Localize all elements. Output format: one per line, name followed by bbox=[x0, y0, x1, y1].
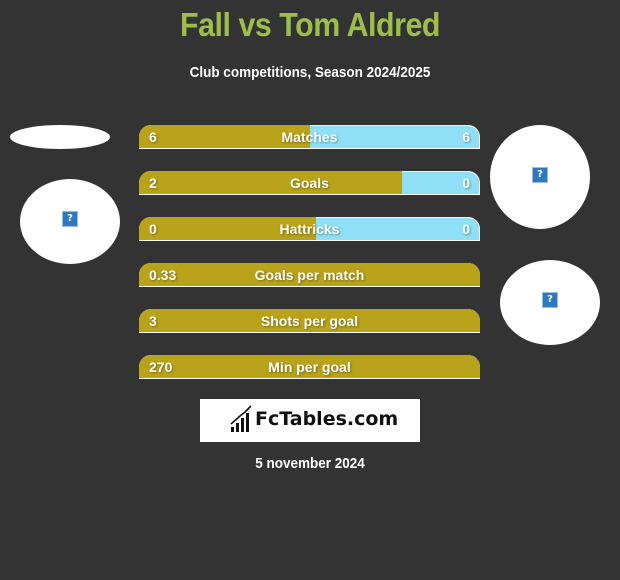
left-player-value: 0.33 bbox=[149, 267, 177, 283]
right-club-logo: ? bbox=[500, 260, 600, 345]
logo-text: FcTables.com bbox=[255, 408, 399, 430]
left-player-name-placeholder bbox=[10, 125, 110, 149]
stat-label: Shots per goal bbox=[260, 313, 359, 329]
left-player-value: 6 bbox=[149, 129, 157, 145]
stat-bar-hattricks: Hattricks 0 0 bbox=[139, 217, 480, 241]
right-player-value: 0 bbox=[462, 221, 470, 237]
broken-image-icon: ? bbox=[542, 292, 558, 308]
stat-label: Goals bbox=[290, 175, 329, 191]
stat-bar-goals-per-match: Goals per match 0.33 bbox=[139, 263, 480, 287]
left-player-photo: ? bbox=[20, 179, 120, 264]
right-player-value: 6 bbox=[462, 129, 470, 145]
page-title: Fall vs Tom Aldred bbox=[180, 6, 440, 43]
right-player-value: 0 bbox=[462, 175, 470, 191]
left-player-value: 270 bbox=[149, 359, 173, 375]
right-player-photo: ? bbox=[490, 125, 590, 229]
stat-label: Matches bbox=[281, 129, 338, 145]
competition-subtitle: Club competitions, Season 2024/2025 bbox=[189, 64, 431, 81]
left-player-value: 3 bbox=[149, 313, 157, 329]
stat-bar-goals: Goals 2 0 bbox=[139, 171, 480, 195]
left-player-value: 0 bbox=[149, 221, 157, 237]
bar-chart-logo-icon bbox=[230, 405, 252, 432]
broken-image-icon: ? bbox=[532, 167, 548, 183]
stat-label: Hattricks bbox=[279, 221, 340, 237]
stat-bar-matches: Matches 6 6 bbox=[139, 125, 480, 149]
stat-label: Min per goal bbox=[268, 359, 351, 375]
stat-label: Goals per match bbox=[254, 267, 365, 283]
fctables-logo[interactable]: FcTables.com bbox=[200, 399, 420, 442]
left-player-value: 2 bbox=[149, 175, 157, 191]
date-label: 5 november 2024 bbox=[255, 455, 365, 472]
broken-image-icon: ? bbox=[62, 211, 78, 227]
stat-bar-shots-per-goal: Shots per goal 3 bbox=[139, 309, 480, 333]
stat-bar-min-per-goal: Min per goal 270 bbox=[139, 355, 480, 379]
